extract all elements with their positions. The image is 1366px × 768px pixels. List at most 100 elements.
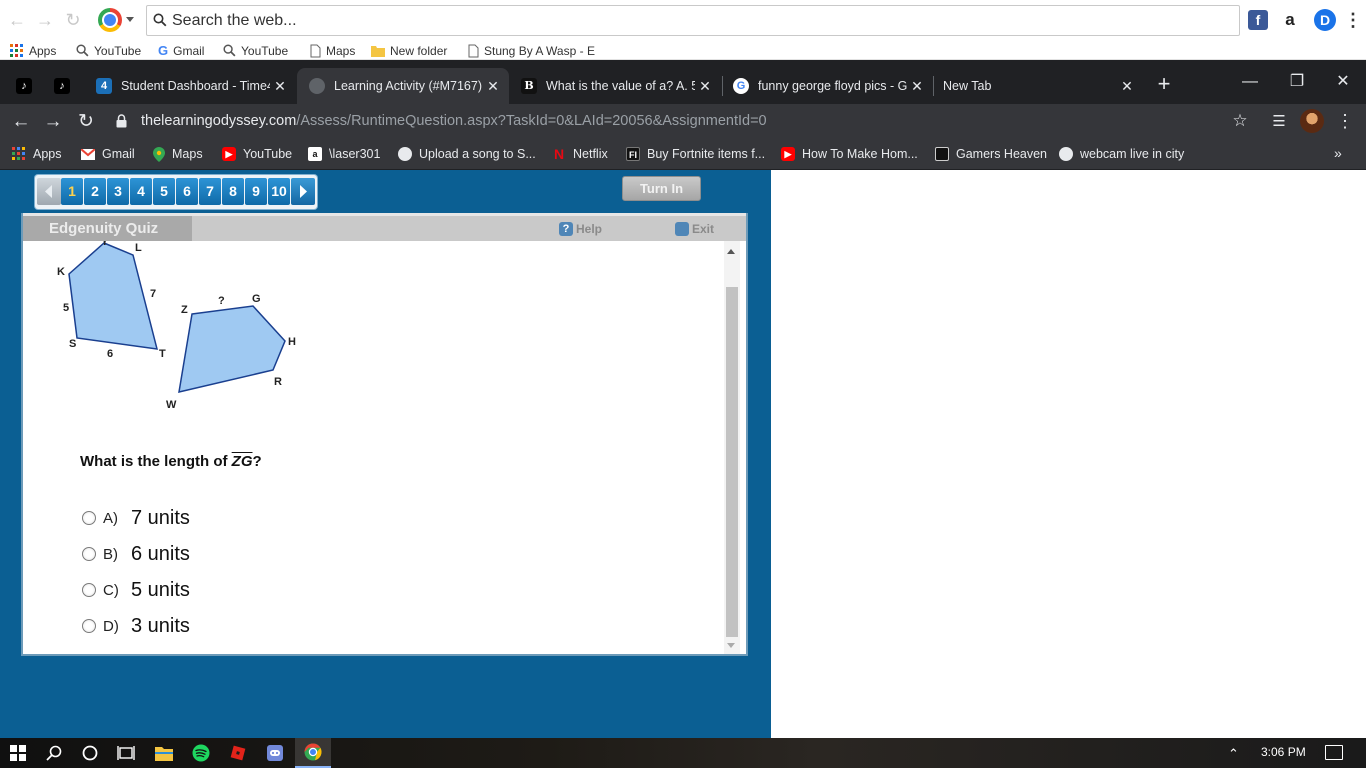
exit-button[interactable]: Exit	[675, 220, 714, 238]
tab-learning-activity[interactable]: Learning Activity (#M7167) | ✕	[297, 68, 509, 104]
chrome-taskbar-icon[interactable]	[295, 738, 331, 768]
tab-student-dashboard[interactable]: 4 Student Dashboard - Time4 ✕	[84, 68, 296, 104]
chevron-double-right-icon[interactable]: »	[1334, 145, 1342, 161]
task-view-icon[interactable]	[108, 738, 144, 768]
cortana-icon[interactable]	[72, 738, 108, 768]
previous-question-button[interactable]	[37, 178, 61, 205]
browser-toolbar: ← → ↻ thelearningodyssey.com/Assess/Runt…	[0, 104, 1366, 139]
scroll-down-arrow-icon[interactable]	[727, 643, 735, 648]
vertical-scrollbar[interactable]	[724, 241, 740, 654]
tab-brainly-question[interactable]: B What is the value of a? A. 5 ✕	[509, 68, 721, 104]
file-explorer-icon[interactable]	[146, 738, 182, 768]
address-bar[interactable]: thelearningodyssey.com/Assess/RuntimeQue…	[141, 113, 767, 129]
answer-choice-c[interactable]: C) 5 units	[82, 577, 190, 603]
lock-icon[interactable]	[116, 114, 127, 128]
bookmark-webcam[interactable]: webcam live in city	[1059, 144, 1184, 164]
close-icon[interactable]: ✕	[483, 78, 503, 95]
tab-tiktok-2[interactable]: ♪	[44, 68, 80, 104]
answer-choice-d[interactable]: D) 3 units	[82, 613, 190, 639]
page-7-button[interactable]: 7	[199, 178, 221, 205]
chrome-menu-icon[interactable]: ⋮	[1336, 109, 1354, 133]
roblox-icon[interactable]	[220, 738, 256, 768]
page-4-button[interactable]: 4	[130, 178, 152, 205]
bookmark-laser301[interactable]: a \laser301	[308, 144, 380, 164]
forward-arrow-icon[interactable]: →	[40, 109, 66, 135]
bookmark-gamers-heaven[interactable]: Gamers Heaven	[935, 144, 1047, 164]
back-arrow-icon[interactable]: ←	[8, 109, 34, 135]
page-8-button[interactable]: 8	[222, 178, 244, 205]
bookmark-maps[interactable]: Maps	[310, 43, 355, 58]
page-5-button[interactable]: 5	[153, 178, 175, 205]
web-search-box[interactable]	[146, 5, 1240, 36]
radio-button[interactable]	[82, 583, 96, 597]
bookmark-stung-by-a-wasp[interactable]: Stung By A Wasp - E	[468, 43, 595, 58]
answer-choice-b[interactable]: B) 6 units	[82, 541, 190, 567]
minimize-icon[interactable]: —	[1236, 70, 1264, 94]
back-arrow-icon[interactable]: ←	[6, 9, 28, 31]
tab-tiktok-1[interactable]: ♪	[6, 68, 42, 104]
bookmark-youtube[interactable]: YouTube	[76, 43, 141, 58]
dashlane-icon[interactable]: D	[1314, 9, 1336, 31]
scroll-up-arrow-icon[interactable]	[727, 249, 735, 254]
windows-start-icon[interactable]	[0, 738, 36, 768]
bookmark-youtube-2[interactable]: YouTube	[223, 43, 288, 58]
choice-text: 6 units	[131, 542, 190, 565]
spotify-icon[interactable]	[183, 738, 219, 768]
next-question-button[interactable]	[291, 178, 315, 205]
page-10-button[interactable]: 10	[268, 178, 290, 205]
close-icon[interactable]: ✕	[270, 78, 290, 95]
chevron-up-icon[interactable]: ⌃	[1228, 746, 1239, 762]
chrome-icon	[304, 743, 322, 761]
page-6-button[interactable]: 6	[176, 178, 198, 205]
amazon-icon[interactable]: a	[1280, 10, 1300, 30]
tab-google-search[interactable]: G funny george floyd pics - Go ✕	[721, 68, 933, 104]
tab-new-tab[interactable]: New Tab ✕	[931, 68, 1143, 104]
scrollbar-thumb[interactable]	[726, 287, 738, 637]
bookmark-fortnite[interactable]: FI Buy Fortnite items f...	[626, 144, 765, 164]
more-vert-icon[interactable]: ⋮	[1344, 10, 1362, 30]
answer-choice-a[interactable]: A) 7 units	[82, 505, 190, 531]
facebook-icon[interactable]: f	[1248, 10, 1268, 30]
bookmark-new-folder[interactable]: New folder	[371, 43, 447, 58]
system-clock[interactable]: 3:06 PM	[1261, 745, 1306, 759]
bookmark-apps[interactable]: Apps	[12, 144, 62, 164]
restore-icon[interactable]: ❐	[1283, 70, 1311, 94]
forward-arrow-icon[interactable]: →	[34, 9, 56, 31]
page-1-button[interactable]: 1	[61, 178, 83, 205]
new-tab-plus-icon[interactable]: +	[1152, 73, 1176, 97]
choice-letter: A)	[103, 509, 118, 527]
web-search-input[interactable]	[172, 9, 1222, 33]
page-2-button[interactable]: 2	[84, 178, 106, 205]
reload-icon[interactable]: ↻	[62, 9, 84, 31]
chrome-menu-button[interactable]	[98, 8, 136, 32]
bookmark-star-icon[interactable]: ☆	[1229, 109, 1251, 133]
bookmark-gmail[interactable]: G Gmail	[158, 43, 204, 58]
turn-in-button[interactable]: Turn In	[622, 176, 701, 201]
close-icon[interactable]: ✕	[1117, 78, 1137, 95]
bookmark-youtube[interactable]: ▶ YouTube	[222, 144, 292, 164]
radio-button[interactable]	[82, 511, 96, 525]
bookmark-how-to-make[interactable]: ▶ How To Make Hom...	[781, 144, 918, 164]
roblox-logo-icon	[230, 745, 246, 761]
close-icon[interactable]: ✕	[695, 78, 715, 95]
bookmark-upload-song[interactable]: Upload a song to S...	[398, 144, 536, 164]
bookmark-netflix[interactable]: N Netflix	[552, 144, 608, 164]
bookmark-gmail[interactable]: Gmail	[81, 144, 135, 164]
help-button[interactable]: ? Help	[559, 220, 602, 238]
profile-avatar[interactable]	[1300, 109, 1324, 133]
media-control-icon[interactable]: ☰	[1268, 111, 1290, 133]
bookmark-maps[interactable]: Maps	[153, 144, 203, 164]
radio-button[interactable]	[82, 619, 96, 633]
radio-button[interactable]	[82, 547, 96, 561]
page-9-button[interactable]: 9	[245, 178, 267, 205]
search-icon[interactable]	[36, 738, 72, 768]
page-3-button[interactable]: 3	[107, 178, 129, 205]
choice-letter: D)	[103, 617, 119, 635]
bookmark-apps[interactable]: Apps	[10, 43, 56, 58]
window-close-icon[interactable]: ✕	[1329, 70, 1357, 94]
reload-icon[interactable]: ↻	[73, 109, 99, 135]
discord-icon[interactable]	[257, 738, 293, 768]
close-icon[interactable]: ✕	[907, 78, 927, 95]
bookmark-label: YouTube	[241, 43, 289, 58]
action-center-icon[interactable]	[1325, 745, 1343, 760]
